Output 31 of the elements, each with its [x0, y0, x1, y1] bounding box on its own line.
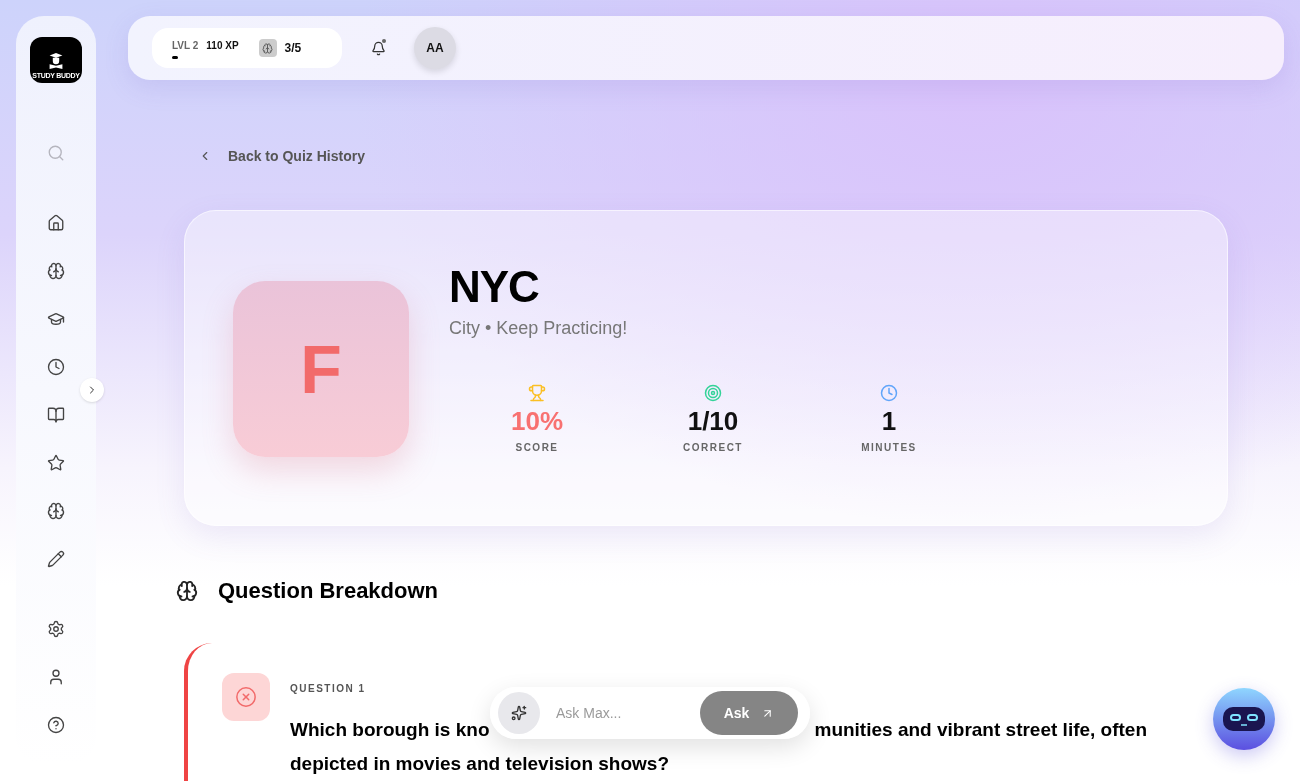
stat-label: MINUTES	[861, 441, 917, 455]
xp-label: 110 XP	[206, 38, 239, 53]
cross-icon	[235, 686, 257, 708]
question-text: munities and vibrant street life, often	[814, 720, 1148, 739]
brain-icon	[176, 579, 198, 602]
question-text: Which borough is kno	[290, 720, 490, 739]
stat-label: SCORE	[515, 441, 559, 455]
quiz-title: NYC	[449, 261, 540, 313]
grade-tile: F	[233, 281, 409, 457]
question-text: depicted in movies and television shows?	[290, 754, 671, 773]
stat-label: CORRECT	[683, 441, 743, 455]
student-reading-icon	[48, 52, 64, 70]
stat-value: 1	[881, 408, 897, 434]
question-label: QUESTION 1	[290, 682, 367, 696]
brain-badge-icon	[258, 39, 277, 57]
sparkle-button[interactable]	[498, 692, 540, 734]
quota-label: 3/5	[284, 40, 302, 56]
stat-value: 10%	[510, 408, 563, 434]
avatar[interactable]: AA	[414, 27, 456, 69]
back-link[interactable]: Back to Quiz History	[198, 146, 365, 166]
robot-face-icon	[1222, 706, 1266, 732]
level-label: LVL 2	[172, 38, 199, 53]
target-icon	[704, 384, 722, 402]
ask-button[interactable]: Ask	[700, 691, 798, 735]
stat-value: 1/10	[687, 408, 739, 434]
clock-icon	[880, 384, 898, 402]
quiz-subtitle: City • Keep Practicing!	[449, 317, 629, 340]
section-title: Question Breakdown	[218, 577, 439, 605]
trophy-icon	[528, 384, 546, 402]
sparkles-icon	[511, 705, 527, 721]
bell-icon	[370, 40, 386, 56]
